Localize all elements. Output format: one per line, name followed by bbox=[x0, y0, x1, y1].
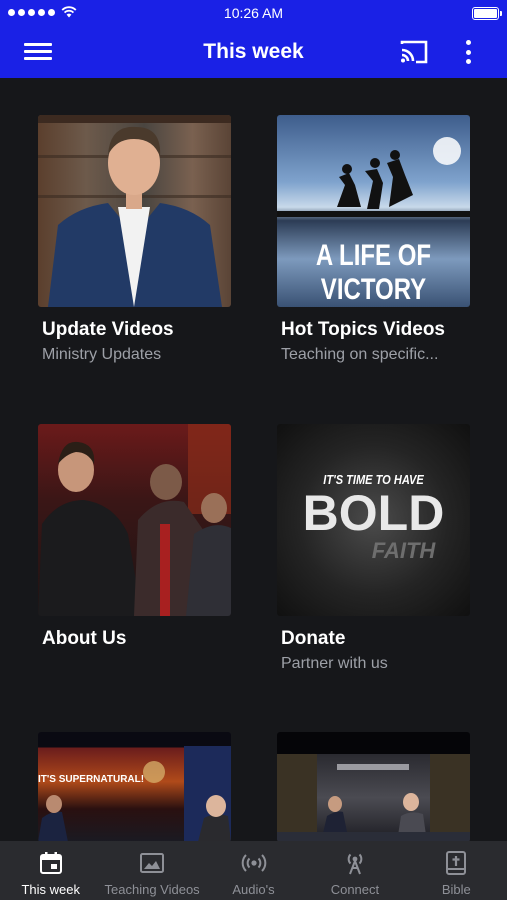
card-thumbnail: IT'S TIME TO HAVE BOLD FAITH bbox=[277, 424, 470, 616]
card-about-us[interactable]: About Us bbox=[38, 424, 231, 650]
more-vertical-icon[interactable] bbox=[458, 38, 478, 66]
prayer-crowd-image bbox=[38, 424, 231, 616]
tab-teaching-videos[interactable]: Teaching Videos bbox=[101, 841, 202, 900]
app-bar: This week bbox=[0, 26, 507, 78]
card-subtitle: Teaching on specific... bbox=[281, 346, 439, 363]
tab-connect[interactable]: Connect bbox=[304, 841, 405, 900]
status-time: 10:26 AM bbox=[223, 5, 284, 21]
card-hot-topics-videos[interactable]: A LIFE OF VICTORY Hot Topics Videos Teac… bbox=[277, 115, 470, 364]
card-donate[interactable]: IT'S TIME TO HAVE BOLD FAITH Donate Part… bbox=[277, 424, 470, 673]
page-title: This week bbox=[203, 40, 304, 63]
card-title: Update Videos bbox=[42, 319, 174, 340]
card-thumbnail bbox=[38, 115, 231, 307]
card-title: Hot Topics Videos bbox=[281, 319, 445, 340]
card-subtitle: Ministry Updates bbox=[42, 346, 162, 363]
broadcast-icon bbox=[241, 854, 266, 872]
card-studio[interactable] bbox=[277, 732, 470, 841]
tab-label: Teaching Videos bbox=[104, 882, 200, 897]
tab-label: Audio's bbox=[232, 882, 275, 897]
calendar-icon bbox=[39, 852, 62, 874]
card-title: Donate bbox=[281, 628, 346, 649]
content-grid: Update Videos Ministry Updates A LIFE OF… bbox=[0, 78, 507, 841]
image-icon bbox=[140, 853, 165, 873]
battery-icon bbox=[472, 7, 502, 20]
thumbnail-text: IT'S TIME TO HAVE BOLD FAITH bbox=[302, 472, 445, 563]
status-bar: 10:26 AM bbox=[0, 0, 507, 26]
tab-audios[interactable]: Audio's bbox=[203, 841, 304, 900]
cast-icon[interactable] bbox=[398, 38, 430, 66]
card-title: About Us bbox=[42, 628, 127, 649]
card-thumbnail bbox=[38, 424, 231, 616]
bible-icon bbox=[446, 851, 467, 875]
card-thumbnail: IT'S SUPERNATURAL! bbox=[38, 732, 231, 841]
antenna-icon bbox=[347, 853, 363, 875]
card-supernatural[interactable]: IT'S SUPERNATURAL! bbox=[38, 732, 231, 841]
card-thumbnail: A LIFE OF VICTORY bbox=[277, 115, 470, 307]
thumbnail-text: A LIFE OF VICTORY bbox=[315, 239, 432, 306]
card-thumbnail bbox=[277, 732, 470, 841]
portrait-image bbox=[38, 115, 231, 307]
tab-label: This week bbox=[21, 882, 80, 897]
card-subtitle: Partner with us bbox=[281, 655, 388, 672]
tv-show-image bbox=[38, 746, 231, 841]
tab-label: Connect bbox=[330, 882, 380, 897]
tab-this-week[interactable]: This week bbox=[0, 841, 101, 900]
studio-image bbox=[277, 754, 470, 841]
tab-label: Bible bbox=[441, 882, 471, 897]
tab-bible[interactable]: Bible bbox=[406, 841, 507, 900]
bottom-tab-bar: This week Teaching Videos Audio's Connec… bbox=[0, 841, 507, 900]
card-update-videos[interactable]: Update Videos Ministry Updates bbox=[38, 115, 231, 364]
